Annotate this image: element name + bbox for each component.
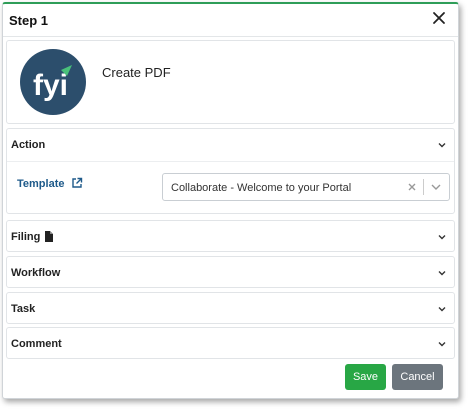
filing-section[interactable]: Filing	[6, 220, 455, 252]
chevron-down-icon	[438, 271, 446, 276]
svg-text:fyi: fyi	[33, 69, 68, 102]
comment-section-title: Comment	[11, 338, 62, 350]
comment-section-header[interactable]: Comment	[7, 328, 454, 360]
workflow-section-header[interactable]: Workflow	[7, 257, 454, 289]
select-separator	[423, 179, 424, 195]
step-dialog: Step 1 fyi Create PDF Action Template Co…	[2, 2, 459, 399]
template-label: Template	[17, 178, 65, 190]
workflow-section-title: Workflow	[11, 267, 61, 279]
dialog-header: Step 1	[3, 4, 458, 37]
action-section-header[interactable]: Action	[7, 129, 454, 161]
template-select-value: Collaborate - Welcome to your Portal	[171, 182, 352, 194]
task-section[interactable]: Task	[6, 292, 455, 324]
chevron-down-icon	[438, 307, 446, 312]
template-select[interactable]: Collaborate - Welcome to your Portal	[162, 173, 450, 201]
comment-section[interactable]: Comment	[6, 327, 455, 359]
chevron-down-icon	[438, 235, 446, 240]
chevron-down-icon	[438, 143, 446, 148]
workflow-section[interactable]: Workflow	[6, 256, 455, 288]
action-section-title: Action	[11, 139, 46, 151]
step-card: fyi Create PDF	[6, 40, 455, 124]
action-section: Action Template Collaborate - Welcome to…	[6, 128, 455, 214]
filing-section-header[interactable]: Filing	[7, 221, 454, 253]
chevron-down-icon	[438, 342, 446, 347]
task-section-header[interactable]: Task	[7, 293, 454, 325]
task-section-title: Task	[11, 303, 36, 315]
filing-section-title: Filing	[11, 231, 41, 243]
chevron-down-icon[interactable]	[431, 183, 441, 191]
document-icon	[45, 231, 53, 242]
dialog-title: Step 1	[9, 13, 49, 28]
step-name: Create PDF	[102, 65, 171, 80]
save-button[interactable]: Save	[345, 364, 386, 390]
external-link-icon[interactable]	[71, 177, 83, 189]
close-icon[interactable]	[430, 9, 448, 27]
action-section-body: Template Collaborate - Welcome to your P…	[7, 161, 454, 201]
fyi-logo: fyi	[20, 49, 86, 115]
fyi-logo-mark: fyi	[33, 65, 72, 102]
cancel-button[interactable]: Cancel	[392, 364, 443, 390]
clear-icon[interactable]	[407, 182, 417, 192]
